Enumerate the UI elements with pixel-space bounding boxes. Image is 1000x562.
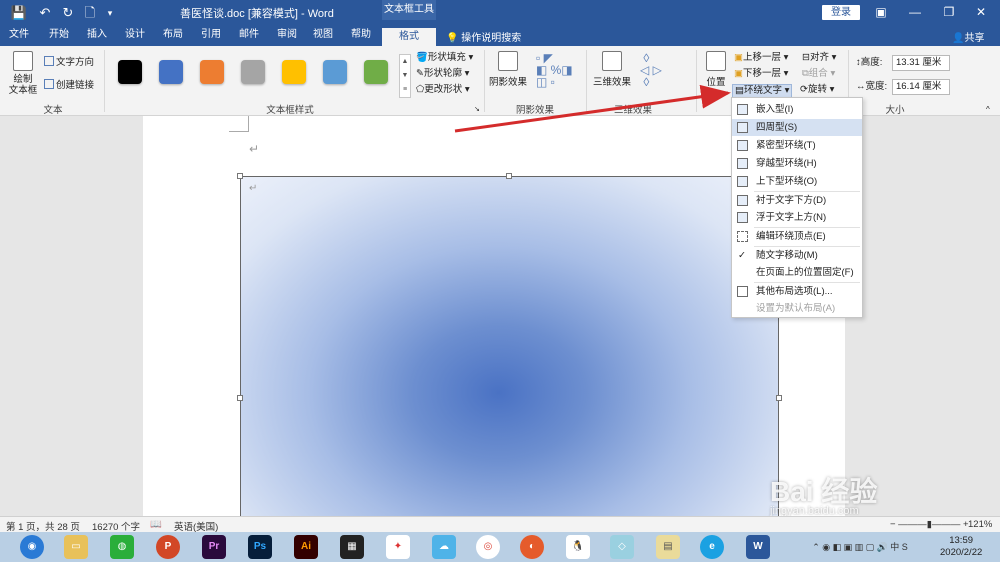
clock[interactable]: 13:59 2020/2/22 [940, 535, 982, 559]
powerpoint-icon[interactable]: P [156, 535, 180, 559]
wrap-text-menu: 嵌入型(I) 四周型(S) 紧密型环绕(T) 穿越型环绕(H) 上下型环绕(O)… [731, 97, 863, 318]
photoshop-icon[interactable]: Ps [248, 535, 272, 559]
menu-item-in-front-of-text[interactable]: 浮于文字上方(N) [732, 209, 862, 226]
language[interactable]: 英语(美国) [174, 519, 218, 533]
square-wrap-icon [737, 122, 748, 133]
media-app-icon[interactable]: ✦ [386, 535, 410, 559]
word-icon[interactable]: W [746, 535, 770, 559]
through-wrap-icon [737, 158, 748, 169]
video-editor-icon[interactable]: ▦ [340, 535, 364, 559]
browser-icon[interactable]: ◐ [520, 535, 544, 559]
zoom-level[interactable]: 121% [968, 519, 992, 530]
notes-icon[interactable]: ◇ [610, 535, 634, 559]
checkmark-icon: ✓ [738, 250, 746, 261]
clock-date: 2020/2/22 [940, 547, 983, 558]
menu-item-label: 穿越型环绕(H) [756, 158, 817, 169]
page-count[interactable]: 第 1 页，共 28 页 [6, 519, 80, 533]
menu-item-behind-text[interactable]: 衬于文字下方(D) [732, 192, 862, 209]
menu-item-label: 设置为默认布局(A) [756, 303, 836, 314]
menu-item-label: 在页面上的位置固定(F) [756, 267, 854, 278]
top-bottom-wrap-icon [737, 176, 748, 187]
system-tray-icons[interactable]: ⌃ ◉ ◧ ▣ ▥ ▢ 🔊 中 S [790, 535, 930, 559]
ie-icon[interactable]: e [700, 535, 724, 559]
taskbar: ◉ ▭ ◍ P Pr Ps Ai ▦ ✦ ☁ ◎ ◐ 🐧 ◇ ▤ e W ⌃ ◉… [0, 532, 1000, 562]
menu-item-square[interactable]: 四周型(S) [732, 119, 862, 136]
menu-item-tight[interactable]: 紧密型环绕(T) [732, 137, 862, 154]
chrome-icon[interactable]: ◎ [476, 535, 500, 559]
baidu-watermark-logo: Bai 经验 [770, 476, 878, 507]
layout-options-icon [737, 286, 748, 297]
qq-icon[interactable]: 🐧 [566, 535, 590, 559]
illustrator-icon[interactable]: Ai [294, 535, 318, 559]
inline-icon [737, 104, 748, 115]
menu-item-top-bottom[interactable]: 上下型环绕(O) [732, 173, 862, 190]
menu-item-inline[interactable]: 嵌入型(I) [732, 101, 862, 118]
file-explorer-icon[interactable]: ▭ [64, 535, 88, 559]
edit-wrap-points-icon [737, 231, 748, 242]
word-count[interactable]: 16270 个字 [92, 519, 140, 533]
notepad-icon[interactable]: ▤ [656, 535, 680, 559]
menu-item-label: 上下型环绕(O) [756, 176, 818, 187]
menu-item-label: 随文字移动(M) [756, 250, 818, 261]
status-bar: 第 1 页，共 28 页 16270 个字 📖 英语(美国) − ———▮———… [0, 516, 1000, 533]
cloud-app-icon[interactable]: ☁ [432, 535, 456, 559]
menu-item-label: 嵌入型(I) [756, 104, 794, 115]
menu-item-set-default-layout: 设置为默认布局(A) [732, 300, 862, 317]
clock-time: 13:59 [949, 535, 974, 546]
menu-item-fix-position[interactable]: 在页面上的位置固定(F) [732, 264, 862, 281]
start-icon[interactable]: ◉ [20, 535, 44, 559]
in-front-text-icon [737, 212, 748, 223]
menu-item-label: 编辑环绕顶点(E) [756, 231, 826, 242]
menu-item-label: 浮于文字上方(N) [756, 212, 827, 223]
premiere-icon[interactable]: Pr [202, 535, 226, 559]
wechat-icon[interactable]: ◍ [110, 535, 134, 559]
proofing-icon[interactable]: 📖 [150, 519, 162, 530]
menu-item-through[interactable]: 穿越型环绕(H) [732, 155, 862, 172]
menu-item-move-with-text[interactable]: ✓ 随文字移动(M) [732, 247, 862, 264]
menu-item-more-layout-options[interactable]: 其他布局选项(L)... [732, 283, 862, 300]
menu-item-label: 其他布局选项(L)... [756, 286, 833, 297]
tight-wrap-icon [737, 140, 748, 151]
menu-item-label: 衬于文字下方(D) [756, 195, 827, 206]
menu-item-label: 紧密型环绕(T) [756, 140, 816, 151]
zoom-slider[interactable]: − ———▮——— + [890, 519, 969, 530]
menu-item-label: 四周型(S) [756, 122, 798, 133]
menu-item-edit-wrap-points[interactable]: 编辑环绕顶点(E) [732, 228, 862, 245]
behind-text-icon [737, 195, 748, 206]
